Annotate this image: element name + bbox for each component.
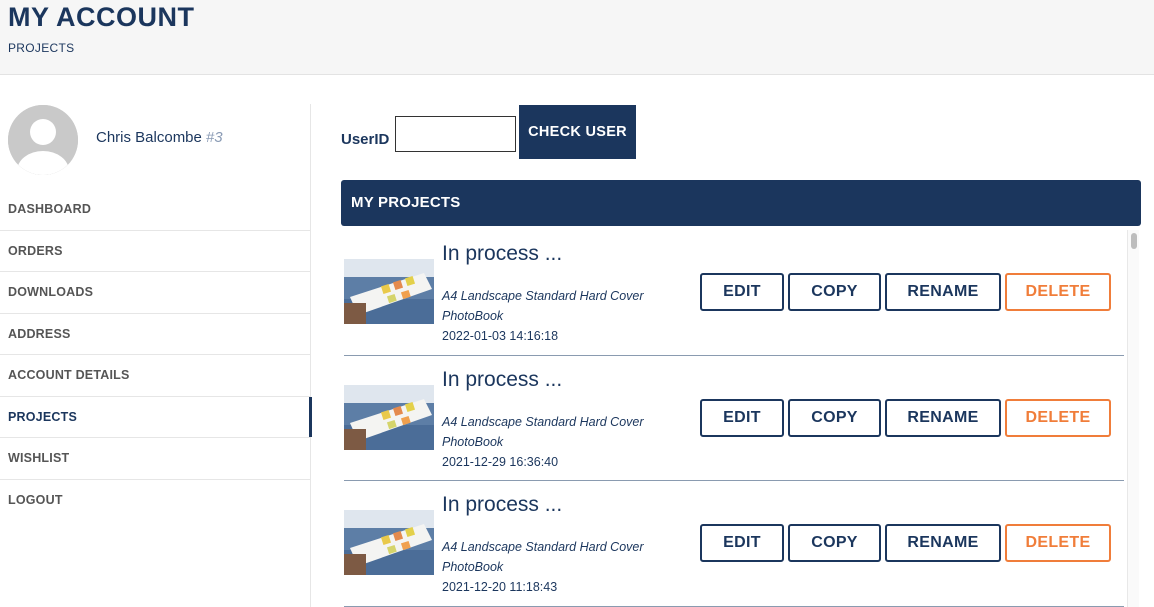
breadcrumb: PROJECTS bbox=[8, 41, 75, 55]
userid-label: UserID bbox=[341, 131, 390, 148]
page-title: MY ACCOUNT bbox=[8, 2, 195, 32]
userid-input[interactable] bbox=[395, 116, 516, 152]
rename-button[interactable]: RENAME bbox=[885, 273, 1001, 311]
edit-button[interactable]: EDIT bbox=[700, 524, 784, 562]
user-silhouette-icon bbox=[8, 105, 78, 175]
project-status: In process ... bbox=[442, 493, 563, 516]
scrollbar-thumb[interactable] bbox=[1131, 233, 1137, 249]
sidebar-item-account-details[interactable]: ACCOUNT DETAILS bbox=[0, 355, 310, 397]
edit-button[interactable]: EDIT bbox=[700, 273, 784, 311]
project-date: 2022-01-03 14:16:18 bbox=[442, 329, 559, 343]
project-description: A4 Landscape Standard Hard Cover PhotoBo… bbox=[442, 540, 644, 574]
sidebar-item-wishlist[interactable]: WISHLIST bbox=[0, 438, 310, 480]
photobook-thumbnail-icon bbox=[344, 510, 434, 575]
photobook-thumbnail-icon bbox=[344, 384, 434, 450]
project-description: A4 Landscape Standard Hard Cover PhotoBo… bbox=[442, 414, 644, 449]
account-sidebar: Chris Balcombe #3 DASHBOARD ORDERS DOWNLO… bbox=[0, 104, 312, 607]
project-status: In process ... bbox=[442, 367, 563, 391]
copy-button[interactable]: COPY bbox=[788, 398, 881, 437]
project-row: In process ... A4 Landscape Standard Har… bbox=[344, 481, 1124, 607]
project-thumbnail[interactable] bbox=[344, 259, 434, 324]
sidebar-item-orders[interactable]: ORDERS bbox=[0, 231, 310, 272]
sidebar-item-logout[interactable]: LOGOUT bbox=[0, 480, 310, 522]
project-status: In process ... bbox=[442, 242, 563, 265]
user-name: Chris Balcombe #3 bbox=[96, 129, 223, 146]
check-user-button[interactable]: CHECK USER bbox=[519, 105, 636, 159]
project-date: 2021-12-20 11:18:43 bbox=[442, 580, 558, 594]
account-nav: DASHBOARD ORDERS DOWNLOADS ADDRESS ACCOU… bbox=[0, 189, 312, 522]
project-list-scrollbar[interactable] bbox=[1127, 230, 1139, 607]
rename-button[interactable]: RENAME bbox=[885, 524, 1001, 562]
project-list: In process ... A4 Landscape Standard Har… bbox=[344, 230, 1124, 607]
sidebar-item-dashboard[interactable]: DASHBOARD bbox=[0, 189, 310, 231]
project-row: In process ... A4 Landscape Standard Har… bbox=[344, 230, 1124, 356]
avatar bbox=[8, 105, 78, 175]
copy-button[interactable]: COPY bbox=[788, 273, 881, 311]
project-thumbnail[interactable] bbox=[344, 384, 434, 450]
project-row: In process ... A4 Landscape Standard Har… bbox=[344, 356, 1124, 481]
project-description: A4 Landscape Standard Hard Cover PhotoBo… bbox=[442, 289, 644, 323]
page-header: MY ACCOUNT PROJECTS bbox=[0, 0, 1154, 75]
user-number: #3 bbox=[205, 129, 223, 146]
delete-button[interactable]: DELETE bbox=[1005, 524, 1111, 562]
sidebar-item-address[interactable]: ADDRESS bbox=[0, 314, 310, 355]
project-thumbnail[interactable] bbox=[344, 510, 434, 575]
delete-button[interactable]: DELETE bbox=[1005, 273, 1111, 311]
photobook-thumbnail-icon bbox=[344, 259, 434, 324]
edit-button[interactable]: EDIT bbox=[700, 398, 784, 437]
rename-button[interactable]: RENAME bbox=[885, 398, 1001, 437]
copy-button[interactable]: COPY bbox=[788, 524, 881, 562]
sidebar-item-projects[interactable]: PROJECTS bbox=[0, 396, 312, 438]
user-name-text: Chris Balcombe bbox=[96, 129, 202, 146]
my-projects-header: MY PROJECTS bbox=[341, 180, 1141, 226]
sidebar-item-downloads[interactable]: DOWNLOADS bbox=[0, 272, 310, 314]
delete-button[interactable]: DELETE bbox=[1005, 398, 1111, 437]
project-date: 2021-12-29 16:36:40 bbox=[442, 454, 559, 469]
